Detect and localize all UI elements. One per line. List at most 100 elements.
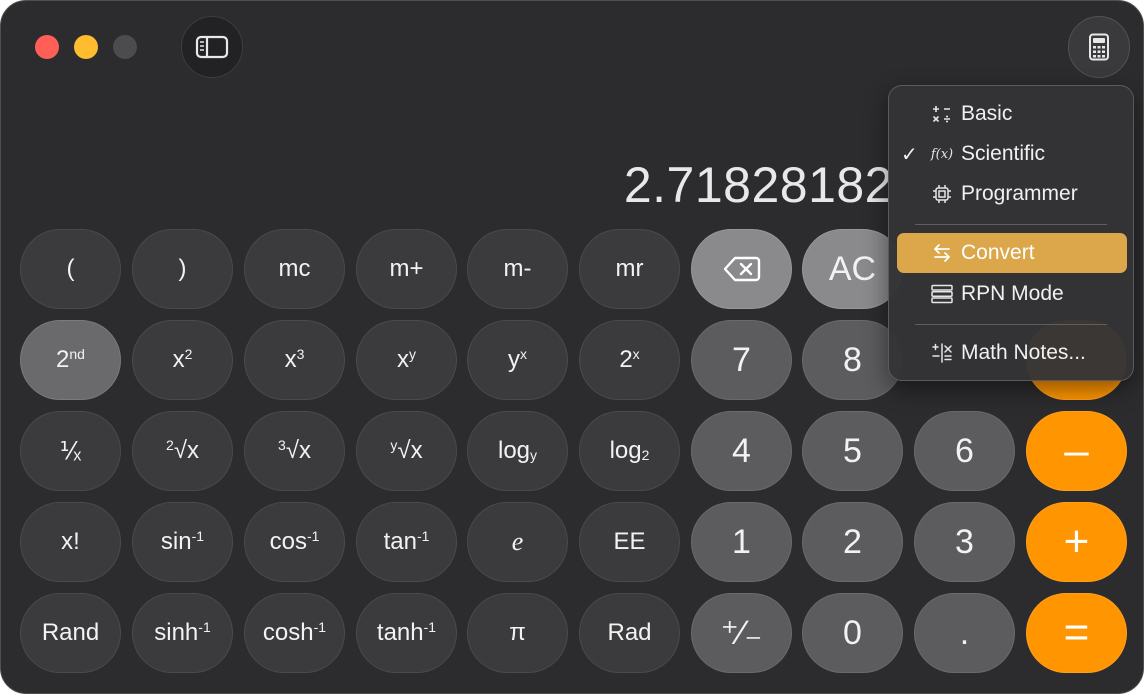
menu-item-programmer[interactable]: Programmer bbox=[897, 174, 1127, 214]
cube-root-key[interactable]: 3 √x bbox=[244, 411, 345, 491]
key-label: 2 bbox=[619, 346, 633, 373]
equals-key[interactable]: = bbox=[1026, 593, 1127, 673]
menu-item-scientific[interactable]: ✓ f(x) Scientific bbox=[897, 134, 1127, 174]
calculator-window: 2.71828182 ( ) mc m+ m- mr AC 2nd x2 x3 … bbox=[0, 0, 1144, 694]
power-key[interactable]: xy bbox=[356, 320, 457, 400]
key-subscript: 2 bbox=[641, 447, 650, 463]
digit-5-key[interactable]: 5 bbox=[802, 411, 903, 491]
delete-left-icon bbox=[723, 256, 760, 282]
digit-7-key[interactable]: 7 bbox=[691, 320, 792, 400]
menu-item-rpn-mode[interactable]: RPN Mode bbox=[897, 274, 1127, 314]
basic-ops-icon bbox=[923, 104, 961, 124]
calculator-mode-button[interactable] bbox=[1068, 16, 1130, 78]
digit-4-key[interactable]: 4 bbox=[691, 411, 792, 491]
y-root-key[interactable]: y √x bbox=[356, 411, 457, 491]
calculator-icon bbox=[1089, 33, 1109, 61]
menu-separator bbox=[915, 224, 1107, 225]
arccosh-key[interactable]: cosh -1 bbox=[244, 593, 345, 673]
key-superscript: -1 bbox=[313, 619, 327, 635]
key-superscript: -1 bbox=[198, 619, 211, 635]
decimal-point-key[interactable]: . bbox=[914, 593, 1015, 673]
subtract-key[interactable]: – bbox=[1026, 411, 1127, 491]
memory-recall-key[interactable]: mr bbox=[579, 229, 680, 309]
backspace-key[interactable] bbox=[691, 229, 792, 309]
key-label: cosh bbox=[262, 619, 314, 646]
log-y-key[interactable]: log y bbox=[467, 411, 568, 491]
open-paren-key[interactable]: ( bbox=[20, 229, 121, 309]
close-window-button[interactable] bbox=[35, 35, 59, 59]
key-superscript: -1 bbox=[416, 528, 430, 544]
arccos-key[interactable]: cos -1 bbox=[244, 502, 345, 582]
key-label: √x bbox=[173, 437, 199, 464]
key-label: 2 bbox=[56, 346, 70, 373]
log-2-key[interactable]: log 2 bbox=[579, 411, 680, 491]
square-root-key[interactable]: 2 √x bbox=[132, 411, 233, 491]
menu-separator bbox=[915, 324, 1107, 325]
key-superscript: 3 bbox=[278, 437, 286, 453]
menu-item-label: Programmer bbox=[961, 182, 1078, 205]
arctan-key[interactable]: tan -1 bbox=[356, 502, 457, 582]
menu-item-basic[interactable]: Basic bbox=[897, 94, 1127, 134]
key-label: sin bbox=[160, 528, 192, 555]
function-icon: f(x) bbox=[930, 146, 954, 162]
two-power-key[interactable]: 2x bbox=[579, 320, 680, 400]
arctanh-key[interactable]: tanh -1 bbox=[356, 593, 457, 673]
second-function-key[interactable]: 2nd bbox=[20, 320, 121, 400]
key-label: cos bbox=[269, 528, 307, 555]
memory-clear-key[interactable]: mc bbox=[244, 229, 345, 309]
key-superscript: 2 bbox=[166, 437, 174, 453]
menu-item-label: Math Notes... bbox=[961, 341, 1086, 364]
reverse-power-key[interactable]: yx bbox=[467, 320, 568, 400]
key-label: log bbox=[497, 437, 531, 464]
menu-item-convert[interactable]: Convert bbox=[897, 233, 1127, 273]
plus-minus-key[interactable]: ⁺∕₋ bbox=[691, 593, 792, 673]
menu-item-label: Scientific bbox=[961, 142, 1046, 165]
key-label: √x bbox=[285, 437, 311, 464]
key-label: sinh bbox=[154, 619, 199, 646]
key-label: x bbox=[284, 346, 297, 373]
menu-item-label: Convert bbox=[961, 241, 1035, 264]
menu-item-math-notes[interactable]: Math Notes... bbox=[897, 333, 1127, 373]
euler-e-key[interactable]: e bbox=[467, 502, 568, 582]
key-label: tanh bbox=[376, 619, 424, 646]
random-key[interactable]: Rand bbox=[20, 593, 121, 673]
math-notes-icon bbox=[923, 343, 961, 363]
digit-1-key[interactable]: 1 bbox=[691, 502, 792, 582]
key-superscript: -1 bbox=[306, 528, 320, 544]
pi-key[interactable]: π bbox=[467, 593, 568, 673]
key-label: √x bbox=[397, 437, 423, 464]
memory-add-key[interactable]: m+ bbox=[356, 229, 457, 309]
zoom-window-button[interactable] bbox=[113, 35, 137, 59]
convert-arrows-icon bbox=[923, 243, 961, 263]
arcsin-key[interactable]: sin -1 bbox=[132, 502, 233, 582]
radians-key[interactable]: Rad bbox=[579, 593, 680, 673]
key-superscript: y bbox=[390, 437, 398, 453]
result-display: 2.71828182 bbox=[623, 157, 893, 213]
key-superscript: x bbox=[632, 346, 640, 362]
digit-3-key[interactable]: 3 bbox=[914, 502, 1015, 582]
digit-2-key[interactable]: 2 bbox=[802, 502, 903, 582]
exponent-ee-key[interactable]: EE bbox=[579, 502, 680, 582]
digit-6-key[interactable]: 6 bbox=[914, 411, 1015, 491]
menu-item-label: Basic bbox=[961, 102, 1013, 125]
key-label: x bbox=[397, 346, 409, 373]
sidebar-toggle-button[interactable] bbox=[181, 16, 243, 78]
chip-icon bbox=[923, 184, 961, 204]
reciprocal-key[interactable]: ⅟ₓ bbox=[20, 411, 121, 491]
cube-key[interactable]: x3 bbox=[244, 320, 345, 400]
digit-0-key[interactable]: 0 bbox=[802, 593, 903, 673]
key-label: y bbox=[508, 346, 520, 373]
key-label: e bbox=[511, 527, 524, 556]
add-key[interactable]: + bbox=[1026, 502, 1127, 582]
checkmark: ✓ bbox=[901, 143, 918, 166]
close-paren-key[interactable]: ) bbox=[132, 229, 233, 309]
factorial-key[interactable]: x! bbox=[20, 502, 121, 582]
memory-subtract-key[interactable]: m- bbox=[467, 229, 568, 309]
key-superscript: -1 bbox=[191, 528, 205, 544]
minimize-window-button[interactable] bbox=[74, 35, 98, 59]
key-subscript: y bbox=[530, 447, 538, 463]
key-label: log bbox=[609, 437, 642, 464]
arcsinh-key[interactable]: sinh -1 bbox=[132, 593, 233, 673]
square-key[interactable]: x2 bbox=[132, 320, 233, 400]
key-label: tan bbox=[383, 528, 417, 555]
